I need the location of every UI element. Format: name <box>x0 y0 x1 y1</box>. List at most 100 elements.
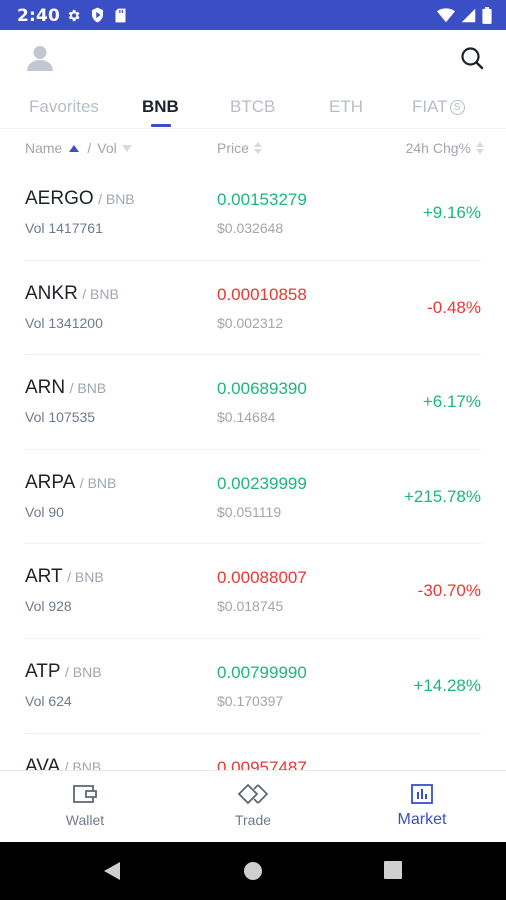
status-right-icons <box>437 7 492 24</box>
search-icon[interactable] <box>460 46 484 75</box>
sd-card-icon <box>114 8 127 23</box>
sort-toggle-icon <box>253 142 262 154</box>
market-row[interactable]: ARN / BNB Vol 107535 0.00689390 $0.14684… <box>0 355 506 450</box>
user-avatar-icon[interactable] <box>26 44 54 77</box>
sort-descending-icon <box>121 144 132 152</box>
name-column-label: Name <box>25 140 63 156</box>
tab-favorites[interactable]: Favorites <box>29 97 99 117</box>
fiat-price: $0.14684 <box>217 409 276 426</box>
settings-gear-icon <box>66 8 81 23</box>
fiat-currency-icon: S <box>449 100 465 115</box>
volume: Vol 90 <box>25 503 64 520</box>
fiat-price: $0.051119 <box>217 503 282 520</box>
sort-by-price[interactable]: Price <box>217 140 262 156</box>
last-price: 0.00088007 <box>217 568 307 588</box>
sort-by-name[interactable]: Name / Vol <box>25 140 132 156</box>
market-row[interactable]: AVA / BNB 0.00957487 <box>0 734 506 770</box>
trading-pair: ATP / BNB <box>25 661 102 683</box>
base-asset: ANKR <box>25 282 78 304</box>
sort-by-change[interactable]: 24h Chg% <box>406 140 484 156</box>
home-icon[interactable] <box>243 861 263 886</box>
market-list[interactable]: AERGO / BNB Vol 1417761 0.00153279 $0.03… <box>0 166 506 770</box>
quote-asset: / BNB <box>98 191 135 207</box>
nav-trade[interactable]: Trade <box>193 783 313 828</box>
market-chart-icon <box>362 783 482 805</box>
cellular-signal-icon <box>461 8 476 23</box>
market-tabs: Favorites BNB BTCB ETH FIAT S <box>0 88 506 128</box>
change-percent: +215.78% <box>403 486 481 506</box>
vol-column-label: Vol <box>97 140 117 156</box>
volume: Vol 928 <box>25 598 72 615</box>
sort-toggle-icon <box>476 142 484 154</box>
quote-asset: / BNB <box>65 663 102 680</box>
last-price: 0.00239999 <box>217 473 307 493</box>
base-asset: AVA <box>25 755 61 770</box>
last-price: 0.00010858 <box>217 284 307 304</box>
tab-bnb[interactable]: BNB <box>142 97 179 117</box>
volume: Vol 1417761 <box>25 220 103 236</box>
trading-pair: ARN / BNB <box>25 377 106 399</box>
sort-ascending-icon <box>69 144 80 152</box>
market-row[interactable]: ARPA / BNB Vol 90 0.00239999 $0.051119 +… <box>0 450 506 545</box>
bottom-navigation: Wallet Trade Market <box>0 770 506 843</box>
fiat-price: $0.018745 <box>217 598 284 615</box>
trading-pair: ARPA / BNB <box>25 472 116 494</box>
fiat-price: $0.170397 <box>217 692 284 709</box>
trade-icon <box>193 783 313 805</box>
quote-asset: / BNB <box>64 758 102 770</box>
change-column-label: 24h Chg% <box>405 140 471 156</box>
wallet-icon <box>25 783 145 805</box>
market-row[interactable]: AERGO / BNB Vol 1417761 0.00153279 $0.03… <box>0 166 506 261</box>
quote-asset: / BNB <box>79 474 117 491</box>
column-separator: / <box>87 140 92 156</box>
last-price: 0.00799990 <box>217 662 307 682</box>
change-percent: +6.17% <box>422 392 481 412</box>
back-icon[interactable] <box>102 861 122 886</box>
nav-wallet-label: Wallet <box>65 812 105 828</box>
nav-market[interactable]: Market <box>362 783 482 829</box>
tab-fiat-label: FIAT <box>412 97 448 116</box>
volume: Vol 624 <box>25 692 72 709</box>
change-percent: +14.28% <box>413 675 481 695</box>
base-asset: ART <box>25 566 63 588</box>
change-percent: -0.48% <box>427 297 481 317</box>
fiat-price: $0.032648 <box>217 220 284 236</box>
battery-icon <box>482 7 492 24</box>
trading-pair: ART / BNB <box>25 566 104 588</box>
quote-asset: / BNB <box>82 285 119 302</box>
base-asset: ARN <box>25 377 66 399</box>
last-price: 0.00689390 <box>217 379 307 399</box>
base-asset: AERGO <box>25 188 94 209</box>
price-column-label: Price <box>217 140 249 156</box>
status-time: 2:40 <box>17 6 61 26</box>
change-percent: -30.70% <box>417 581 481 601</box>
base-asset: ATP <box>25 660 61 682</box>
quote-asset: / BNB <box>69 380 107 397</box>
last-price: 0.00957487 <box>217 757 307 770</box>
market-row[interactable]: ATP / BNB Vol 624 0.00799990 $0.170397 +… <box>0 639 506 734</box>
volume: Vol 107535 <box>25 409 96 426</box>
play-protect-icon <box>90 7 105 23</box>
base-asset: ARPA <box>25 471 76 493</box>
android-navigation-bar <box>0 842 506 900</box>
market-row[interactable]: ART / BNB Vol 928 0.00088007 $0.018745 -… <box>0 544 506 639</box>
market-row[interactable]: ANKR / BNB Vol 1341200 0.00010858 $0.002… <box>0 261 506 356</box>
tab-btcb[interactable]: BTCB <box>230 97 275 117</box>
nav-trade-label: Trade <box>234 812 272 828</box>
tab-eth[interactable]: ETH <box>329 97 363 117</box>
status-left-icons <box>66 7 127 23</box>
tab-fiat[interactable]: FIAT S <box>412 97 465 117</box>
last-price: 0.00153279 <box>217 190 307 209</box>
nav-wallet[interactable]: Wallet <box>25 783 145 828</box>
recents-icon[interactable] <box>384 861 402 884</box>
trading-pair: AERGO / BNB <box>25 188 135 210</box>
fiat-price: $0.002312 <box>217 314 284 331</box>
header <box>0 30 506 88</box>
column-headers: Name / Vol Price 24h Chg% <box>0 128 506 167</box>
trading-pair: ANKR / BNB <box>25 283 119 305</box>
quote-asset: / BNB <box>67 569 104 586</box>
active-tab-indicator <box>151 124 171 127</box>
nav-market-label: Market <box>397 811 447 828</box>
volume: Vol 1341200 <box>25 314 103 331</box>
change-percent: +9.16% <box>422 203 481 222</box>
